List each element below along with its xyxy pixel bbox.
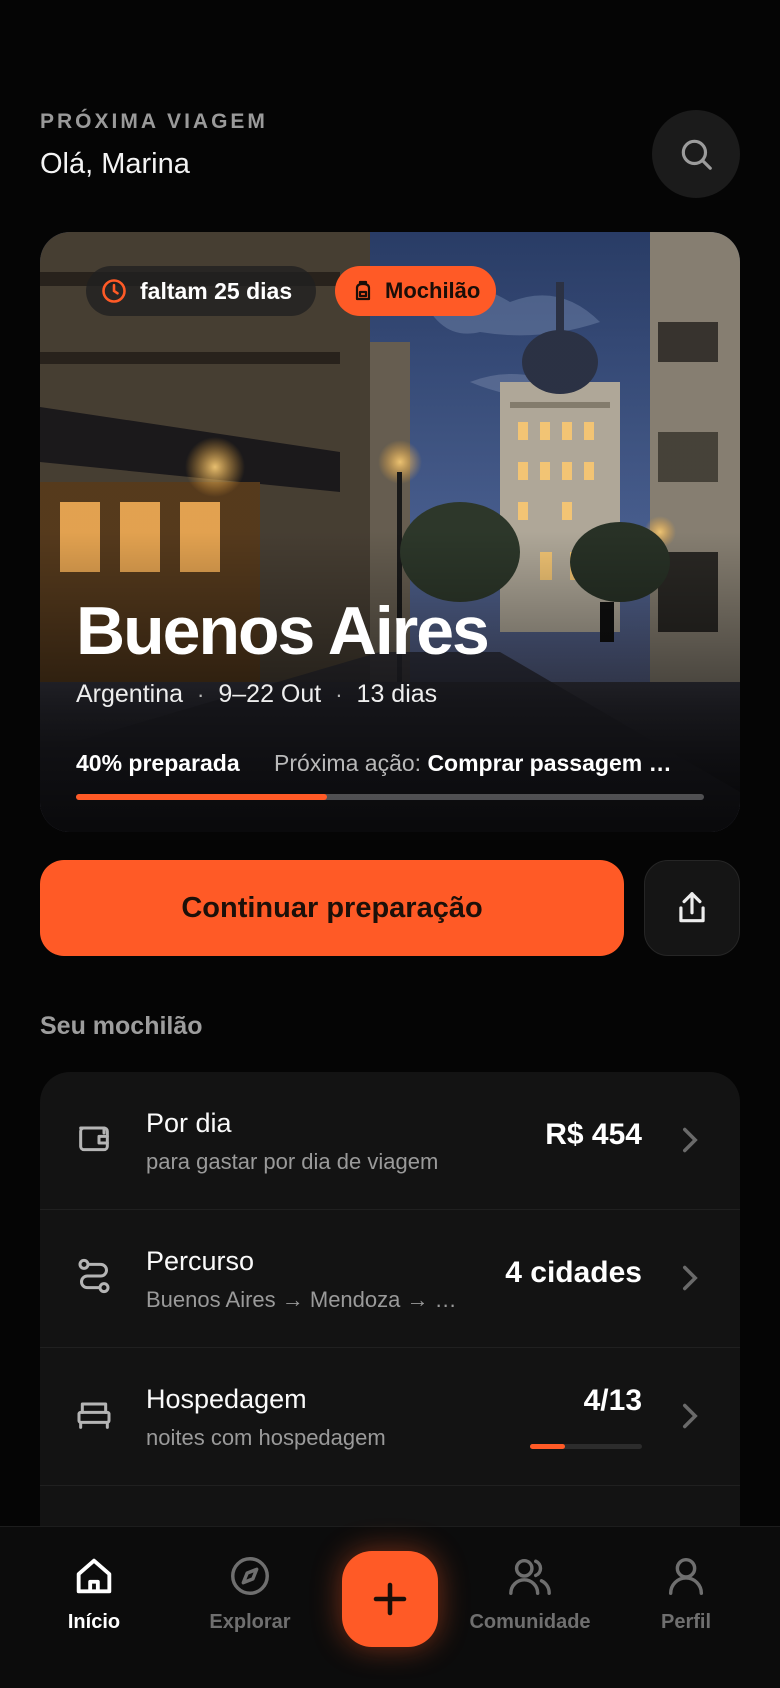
- greeting: Olá, Marina: [40, 148, 190, 180]
- lodging-progress-bar: [530, 1444, 642, 1449]
- separator-dot: ·: [335, 681, 343, 707]
- trip-card[interactable]: faltam 25 dias Mochilão Buenos Aires Arg…: [40, 232, 740, 832]
- plus-icon: [373, 1582, 407, 1616]
- chevron-right-icon: [683, 1403, 698, 1429]
- nav-item-home[interactable]: Início: [29, 1553, 159, 1663]
- nav-item-profile[interactable]: Perfil: [621, 1553, 751, 1663]
- bottom-nav: Início Explorar Comunidade Perfil: [0, 1526, 780, 1688]
- progress-bar: [76, 794, 704, 800]
- list-item-per-day[interactable]: Por dia para gastar por dia de viagem R$…: [40, 1072, 740, 1210]
- city-name: Buenos Aires: [76, 593, 490, 669]
- progress-fill: [76, 794, 328, 800]
- trip-dates: 9–22 Out: [218, 680, 322, 708]
- country: Argentina: [76, 680, 184, 708]
- item-title: Hospedagem: [146, 1384, 307, 1414]
- countdown-label: faltam 25 dias: [140, 277, 293, 304]
- bed-icon: [77, 1402, 111, 1429]
- route-icon: [78, 1258, 110, 1294]
- eyebrow: PRÓXIMA VIAGEM: [40, 110, 268, 133]
- item-subtitle: Buenos Aires → Mendoza → …: [146, 1287, 457, 1312]
- separator-dot: ·: [197, 681, 205, 707]
- nav-label: Comunidade: [469, 1611, 591, 1633]
- item-subtitle: para gastar por dia de viagem: [146, 1149, 439, 1174]
- item-value: R$ 454: [545, 1118, 642, 1151]
- trip-type-badge: Mochilão: [335, 266, 497, 316]
- share-button[interactable]: [644, 860, 740, 956]
- share-icon: [679, 892, 705, 923]
- list-item-route[interactable]: Percurso Buenos Aires → Mendoza → … 4 ci…: [40, 1210, 740, 1348]
- progress-row: 40% preparada Próxima ação: Comprar pass…: [76, 750, 706, 777]
- user-icon: [668, 1557, 704, 1595]
- item-subtitle: noites com hospedagem: [146, 1425, 386, 1450]
- item-title: Por dia: [146, 1108, 232, 1138]
- trip-duration: 13 dias: [356, 680, 438, 708]
- nav-label: Perfil: [660, 1611, 712, 1633]
- backpack-icon: [355, 280, 371, 301]
- progress-label: 40% preparada: [76, 750, 240, 776]
- nav-item-explore[interactable]: Explorar: [185, 1553, 315, 1663]
- list-item-lodging[interactable]: Hospedagem noites com hospedagem 4/13: [40, 1348, 740, 1486]
- item-value: 4 cidades: [505, 1256, 642, 1289]
- clock-icon: [102, 279, 126, 303]
- trip-meta: Argentina · 9–22 Out · 13 dias: [76, 680, 437, 709]
- wallet-icon: [79, 1126, 109, 1152]
- search-icon: [681, 139, 712, 170]
- search-button[interactable]: [652, 110, 740, 198]
- nav-label: Início: [67, 1611, 121, 1633]
- section-title: Seu mochilão: [40, 1012, 203, 1040]
- badge-label: Mochilão: [385, 278, 481, 303]
- compass-icon: [231, 1557, 269, 1595]
- lodging-progress-fill: [530, 1444, 565, 1449]
- chevron-right-icon: [683, 1127, 698, 1153]
- hero-overlay: [40, 232, 740, 832]
- home-icon: [76, 1558, 112, 1594]
- item-value: 4/13: [583, 1384, 642, 1417]
- continue-preparation-button[interactable]: Continuar preparação: [40, 860, 624, 956]
- nav-label: Explorar: [209, 1611, 291, 1633]
- app-screen: PRÓXIMA VIAGEM Olá, Marina faltam 25 dia…: [0, 0, 780, 1688]
- nav-item-community[interactable]: Comunidade: [465, 1553, 595, 1663]
- add-button[interactable]: [342, 1551, 438, 1647]
- next-action-label: Próxima ação:: [274, 750, 422, 776]
- chevron-right-icon: [683, 1265, 698, 1291]
- countdown-chip: faltam 25 dias: [86, 266, 317, 316]
- community-icon: [509, 1558, 551, 1595]
- next-action-value: Comprar passagem …: [427, 750, 672, 776]
- item-title: Percurso: [146, 1246, 255, 1276]
- header: PRÓXIMA VIAGEM Olá, Marina: [40, 110, 740, 200]
